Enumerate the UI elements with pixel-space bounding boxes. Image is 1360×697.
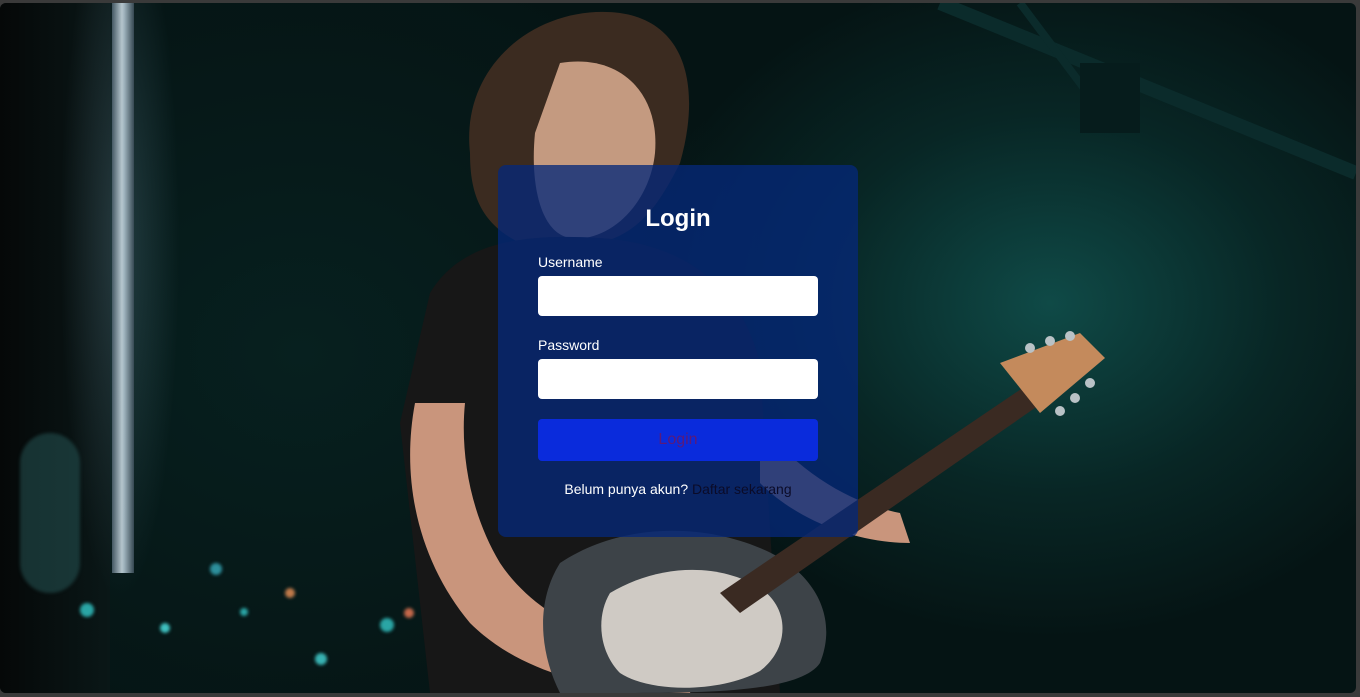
password-input[interactable] — [538, 359, 818, 399]
bokeh-light — [160, 623, 170, 633]
register-prompt: Belum punya akun? — [564, 481, 689, 497]
bokeh-light — [285, 588, 295, 598]
username-input[interactable] — [538, 276, 818, 316]
bokeh-light — [80, 603, 94, 617]
bokeh-light — [380, 618, 394, 632]
bokeh-light — [404, 608, 414, 618]
bokeh-light — [210, 563, 222, 575]
app-window: Login Username Password Login Belum puny… — [0, 3, 1356, 693]
register-line: Belum punya akun? Daftar sekarang — [498, 481, 858, 497]
bokeh-light — [315, 653, 327, 665]
bokeh-light — [20, 433, 80, 593]
login-button[interactable]: Login — [538, 419, 818, 461]
password-label: Password — [538, 337, 600, 353]
bokeh-light — [240, 608, 248, 616]
login-title: Login — [645, 205, 711, 232]
login-card: Login Username Password Login Belum puny… — [498, 165, 858, 537]
username-label: Username — [538, 254, 603, 270]
register-link[interactable]: Daftar sekarang — [692, 481, 792, 497]
